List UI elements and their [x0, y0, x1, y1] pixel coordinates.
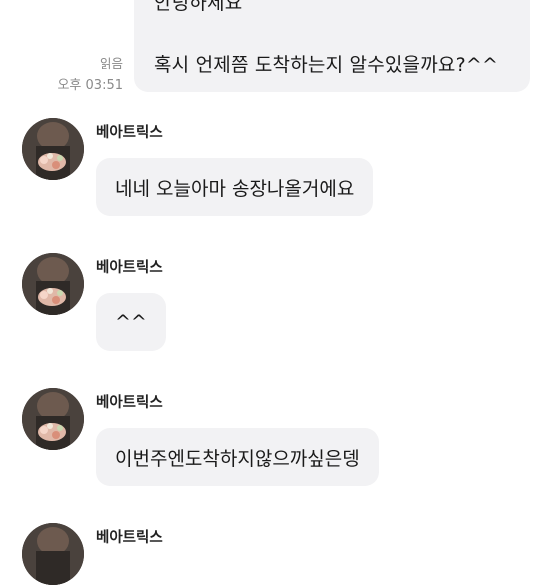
incoming-message-bubble[interactable]: ^^ [96, 293, 166, 351]
incoming-message-bubble[interactable]: 네네 오늘아마 송장나올거에요 [96, 158, 374, 216]
sender-name: 베아트릭스 [96, 530, 163, 546]
sender-name: 베아트릭스 [96, 125, 163, 141]
incoming-message-bubble[interactable]: 이번주엔도착하지않으까싶은뎅 [96, 428, 379, 486]
message-timestamp: 오후 03:51 [57, 78, 123, 93]
outgoing-message-line: 안녕하세요 [154, 0, 243, 14]
avatar[interactable] [22, 523, 84, 585]
outgoing-message-bubble[interactable]: 안녕하세요 혹시 언제쯤 도착하는지 알수있을까요?^^ [134, 0, 530, 92]
chat-conversation: 안녕하세요 혹시 언제쯤 도착하는지 알수있을까요?^^ 읽음 오후 03:51… [0, 0, 553, 585]
avatar[interactable] [22, 253, 84, 315]
avatar[interactable] [22, 388, 84, 450]
sender-name: 베아트릭스 [96, 260, 163, 276]
sender-name: 베아트릭스 [96, 395, 163, 411]
read-status: 읽음 [99, 56, 123, 71]
outgoing-message-line: 혹시 언제쯤 도착하는지 알수있을까요?^^ [154, 54, 499, 76]
avatar[interactable] [22, 118, 84, 180]
